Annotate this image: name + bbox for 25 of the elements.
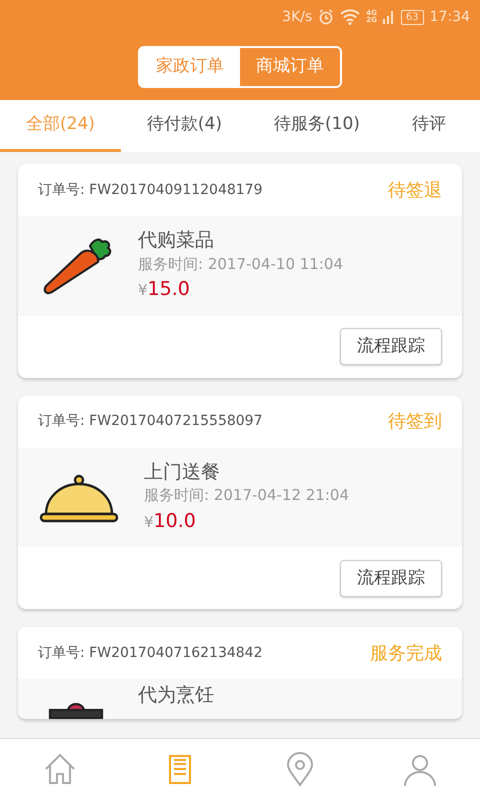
service-title: 代为烹饪 [138, 683, 214, 708]
battery-indicator: 63 [400, 10, 424, 24]
alarm-icon [318, 9, 334, 25]
order-status: 待签退 [388, 178, 442, 202]
filter-tab[interactable]: 待评 [386, 100, 472, 152]
network-speed: 3K/s [282, 8, 312, 26]
track-button[interactable]: 流程跟踪 [340, 328, 442, 366]
order-status: 服务完成 [370, 642, 442, 666]
service-time: 服务时间: 2017-04-10 11:04 [138, 254, 343, 275]
filter-tab[interactable]: 待服务(10) [248, 100, 386, 152]
pot-icon [48, 703, 104, 720]
order-number: 订单号: FW20170407215558097 [38, 412, 262, 432]
order-status: 待签到 [388, 410, 442, 434]
order-price: ¥15.0 [138, 277, 191, 302]
wifi-icon [340, 9, 360, 25]
service-time: 服务时间: 2017-04-12 21:04 [144, 485, 349, 506]
order-number: 订单号: FW20170409112048179 [38, 180, 262, 200]
filter-tab[interactable]: 待付款(4) [120, 100, 248, 152]
clock-time: 17:34 [430, 8, 470, 26]
track-button[interactable]: 流程跟踪 [340, 560, 442, 598]
order-number: 订单号: FW20170407162134842 [38, 644, 262, 663]
service-title: 上门送餐 [144, 460, 221, 484]
service-title: 代购菜品 [138, 228, 215, 253]
signal-icon [382, 9, 395, 25]
order-price: ¥10.0 [144, 508, 197, 534]
